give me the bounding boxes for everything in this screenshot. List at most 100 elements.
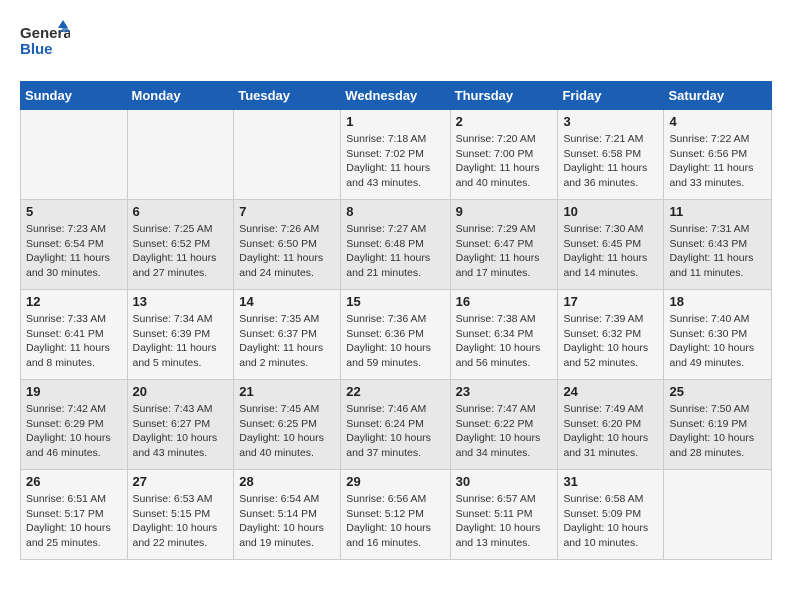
day-number: 21 <box>239 384 335 399</box>
svg-text:Blue: Blue <box>20 41 53 58</box>
calendar-cell: 19Sunrise: 7:42 AM Sunset: 6:29 PM Dayli… <box>21 380 128 470</box>
day-number: 23 <box>456 384 553 399</box>
day-number: 8 <box>346 204 444 219</box>
calendar-cell: 4 Sunrise: 7:22 AM Sunset: 6:56 PM Daylig… <box>664 110 772 200</box>
page-header: General Blue <box>20 20 772 65</box>
calendar-week-row: 19Sunrise: 7:42 AM Sunset: 6:29 PM Dayli… <box>21 380 772 470</box>
day-number: 13 <box>133 294 229 309</box>
day-info: Sunrise: 7:30 AM Sunset: 6:45 PM Dayligh… <box>563 222 658 281</box>
day-number: 30 <box>456 474 553 489</box>
calendar-cell: 5 Sunrise: 7:23 AM Sunset: 6:54 PM Daylig… <box>21 200 128 290</box>
day-number: 6 <box>133 204 229 219</box>
day-info: Sunrise: 7:36 AM Sunset: 6:36 PM Dayligh… <box>346 312 444 371</box>
day-info: Sunrise: 7:26 AM Sunset: 6:50 PM Dayligh… <box>239 222 335 281</box>
day-info: Sunrise: 7:38 AM Sunset: 6:34 PM Dayligh… <box>456 312 553 371</box>
calendar-cell: 29Sunrise: 6:56 AM Sunset: 5:12 PM Dayli… <box>341 470 450 560</box>
calendar-body: 1 Sunrise: 7:18 AM Sunset: 7:02 PM Daylig… <box>21 110 772 560</box>
calendar-cell <box>21 110 128 200</box>
day-number: 7 <box>239 204 335 219</box>
day-info: Sunrise: 6:57 AM Sunset: 5:11 PM Dayligh… <box>456 492 553 551</box>
day-info: Sunrise: 7:33 AM Sunset: 6:41 PM Dayligh… <box>26 312 122 371</box>
calendar-cell: 23 Sunrise: 7:47 AM Sunset: 6:22 PM Dayli… <box>450 380 558 470</box>
day-number: 26 <box>26 474 122 489</box>
day-info: Sunrise: 7:31 AM Sunset: 6:43 PM Dayligh… <box>669 222 766 281</box>
calendar-header-row: SundayMondayTuesdayWednesdayThursdayFrid… <box>21 82 772 110</box>
calendar-cell: 30 Sunrise: 6:57 AM Sunset: 5:11 PM Dayli… <box>450 470 558 560</box>
day-info: Sunrise: 7:47 AM Sunset: 6:22 PM Dayligh… <box>456 402 553 461</box>
day-info: Sunrise: 7:29 AM Sunset: 6:47 PM Dayligh… <box>456 222 553 281</box>
calendar-cell: 9Sunrise: 7:29 AM Sunset: 6:47 PM Daylig… <box>450 200 558 290</box>
calendar-table: SundayMondayTuesdayWednesdayThursdayFrid… <box>20 81 772 560</box>
calendar-week-row: 1 Sunrise: 7:18 AM Sunset: 7:02 PM Daylig… <box>21 110 772 200</box>
calendar-cell: 15 Sunrise: 7:36 AM Sunset: 6:36 PM Dayli… <box>341 290 450 380</box>
day-info: Sunrise: 7:42 AM Sunset: 6:29 PM Dayligh… <box>26 402 122 461</box>
day-number: 10 <box>563 204 658 219</box>
calendar-cell: 12 Sunrise: 7:33 AM Sunset: 6:41 PM Dayli… <box>21 290 128 380</box>
day-info: Sunrise: 7:45 AM Sunset: 6:25 PM Dayligh… <box>239 402 335 461</box>
calendar-cell: 17Sunrise: 7:39 AM Sunset: 6:32 PM Dayli… <box>558 290 664 380</box>
calendar-week-row: 26 Sunrise: 6:51 AM Sunset: 5:17 PM Dayli… <box>21 470 772 560</box>
calendar-cell: 25Sunrise: 7:50 AM Sunset: 6:19 PM Dayli… <box>664 380 772 470</box>
calendar-cell: 22Sunrise: 7:46 AM Sunset: 6:24 PM Dayli… <box>341 380 450 470</box>
day-info: Sunrise: 6:53 AM Sunset: 5:15 PM Dayligh… <box>133 492 229 551</box>
day-info: Sunrise: 7:39 AM Sunset: 6:32 PM Dayligh… <box>563 312 658 371</box>
calendar-cell: 8 Sunrise: 7:27 AM Sunset: 6:48 PM Daylig… <box>341 200 450 290</box>
day-info: Sunrise: 7:20 AM Sunset: 7:00 PM Dayligh… <box>456 132 553 191</box>
calendar-cell: 14 Sunrise: 7:35 AM Sunset: 6:37 PM Dayli… <box>234 290 341 380</box>
header-day-saturday: Saturday <box>664 82 772 110</box>
day-number: 15 <box>346 294 444 309</box>
day-number: 5 <box>26 204 122 219</box>
calendar-cell: 31 Sunrise: 6:58 AM Sunset: 5:09 PM Dayli… <box>558 470 664 560</box>
calendar-cell: 27 Sunrise: 6:53 AM Sunset: 5:15 PM Dayli… <box>127 470 234 560</box>
day-number: 28 <box>239 474 335 489</box>
calendar-cell: 7 Sunrise: 7:26 AM Sunset: 6:50 PM Daylig… <box>234 200 341 290</box>
calendar-cell: 2Sunrise: 7:20 AM Sunset: 7:00 PM Daylig… <box>450 110 558 200</box>
header-day-wednesday: Wednesday <box>341 82 450 110</box>
day-info: Sunrise: 7:21 AM Sunset: 6:58 PM Dayligh… <box>563 132 658 191</box>
calendar-cell: 21 Sunrise: 7:45 AM Sunset: 6:25 PM Dayli… <box>234 380 341 470</box>
calendar-cell: 24Sunrise: 7:49 AM Sunset: 6:20 PM Dayli… <box>558 380 664 470</box>
day-info: Sunrise: 6:54 AM Sunset: 5:14 PM Dayligh… <box>239 492 335 551</box>
day-number: 4 <box>669 114 766 129</box>
header-day-sunday: Sunday <box>21 82 128 110</box>
day-info: Sunrise: 7:25 AM Sunset: 6:52 PM Dayligh… <box>133 222 229 281</box>
calendar-cell <box>234 110 341 200</box>
calendar-cell: 11 Sunrise: 7:31 AM Sunset: 6:43 PM Dayli… <box>664 200 772 290</box>
day-info: Sunrise: 7:46 AM Sunset: 6:24 PM Dayligh… <box>346 402 444 461</box>
day-info: Sunrise: 7:27 AM Sunset: 6:48 PM Dayligh… <box>346 222 444 281</box>
day-number: 31 <box>563 474 658 489</box>
calendar-cell: 3 Sunrise: 7:21 AM Sunset: 6:58 PM Daylig… <box>558 110 664 200</box>
header-day-monday: Monday <box>127 82 234 110</box>
day-info: Sunrise: 7:40 AM Sunset: 6:30 PM Dayligh… <box>669 312 766 371</box>
calendar-cell: 18 Sunrise: 7:40 AM Sunset: 6:30 PM Dayli… <box>664 290 772 380</box>
day-number: 12 <box>26 294 122 309</box>
day-info: Sunrise: 7:18 AM Sunset: 7:02 PM Dayligh… <box>346 132 444 191</box>
day-number: 27 <box>133 474 229 489</box>
day-info: Sunrise: 6:56 AM Sunset: 5:12 PM Dayligh… <box>346 492 444 551</box>
calendar-cell: 6 Sunrise: 7:25 AM Sunset: 6:52 PM Daylig… <box>127 200 234 290</box>
day-number: 3 <box>563 114 658 129</box>
calendar-cell: 16 Sunrise: 7:38 AM Sunset: 6:34 PM Dayli… <box>450 290 558 380</box>
calendar-cell: 26 Sunrise: 6:51 AM Sunset: 5:17 PM Dayli… <box>21 470 128 560</box>
day-info: Sunrise: 7:22 AM Sunset: 6:56 PM Dayligh… <box>669 132 766 191</box>
calendar-cell: 13 Sunrise: 7:34 AM Sunset: 6:39 PM Dayli… <box>127 290 234 380</box>
day-number: 24 <box>563 384 658 399</box>
day-info: Sunrise: 6:51 AM Sunset: 5:17 PM Dayligh… <box>26 492 122 551</box>
day-number: 18 <box>669 294 766 309</box>
calendar-week-row: 12 Sunrise: 7:33 AM Sunset: 6:41 PM Dayli… <box>21 290 772 380</box>
header-day-tuesday: Tuesday <box>234 82 341 110</box>
day-info: Sunrise: 7:23 AM Sunset: 6:54 PM Dayligh… <box>26 222 122 281</box>
calendar-cell: 1 Sunrise: 7:18 AM Sunset: 7:02 PM Daylig… <box>341 110 450 200</box>
day-number: 14 <box>239 294 335 309</box>
day-number: 1 <box>346 114 444 129</box>
calendar-cell: 10 Sunrise: 7:30 AM Sunset: 6:45 PM Dayli… <box>558 200 664 290</box>
day-number: 16 <box>456 294 553 309</box>
day-info: Sunrise: 7:35 AM Sunset: 6:37 PM Dayligh… <box>239 312 335 371</box>
day-number: 20 <box>133 384 229 399</box>
calendar-cell <box>127 110 234 200</box>
logo-icon: General Blue <box>20 20 70 60</box>
day-number: 11 <box>669 204 766 219</box>
day-info: Sunrise: 7:34 AM Sunset: 6:39 PM Dayligh… <box>133 312 229 371</box>
day-info: Sunrise: 6:58 AM Sunset: 5:09 PM Dayligh… <box>563 492 658 551</box>
calendar-cell <box>664 470 772 560</box>
